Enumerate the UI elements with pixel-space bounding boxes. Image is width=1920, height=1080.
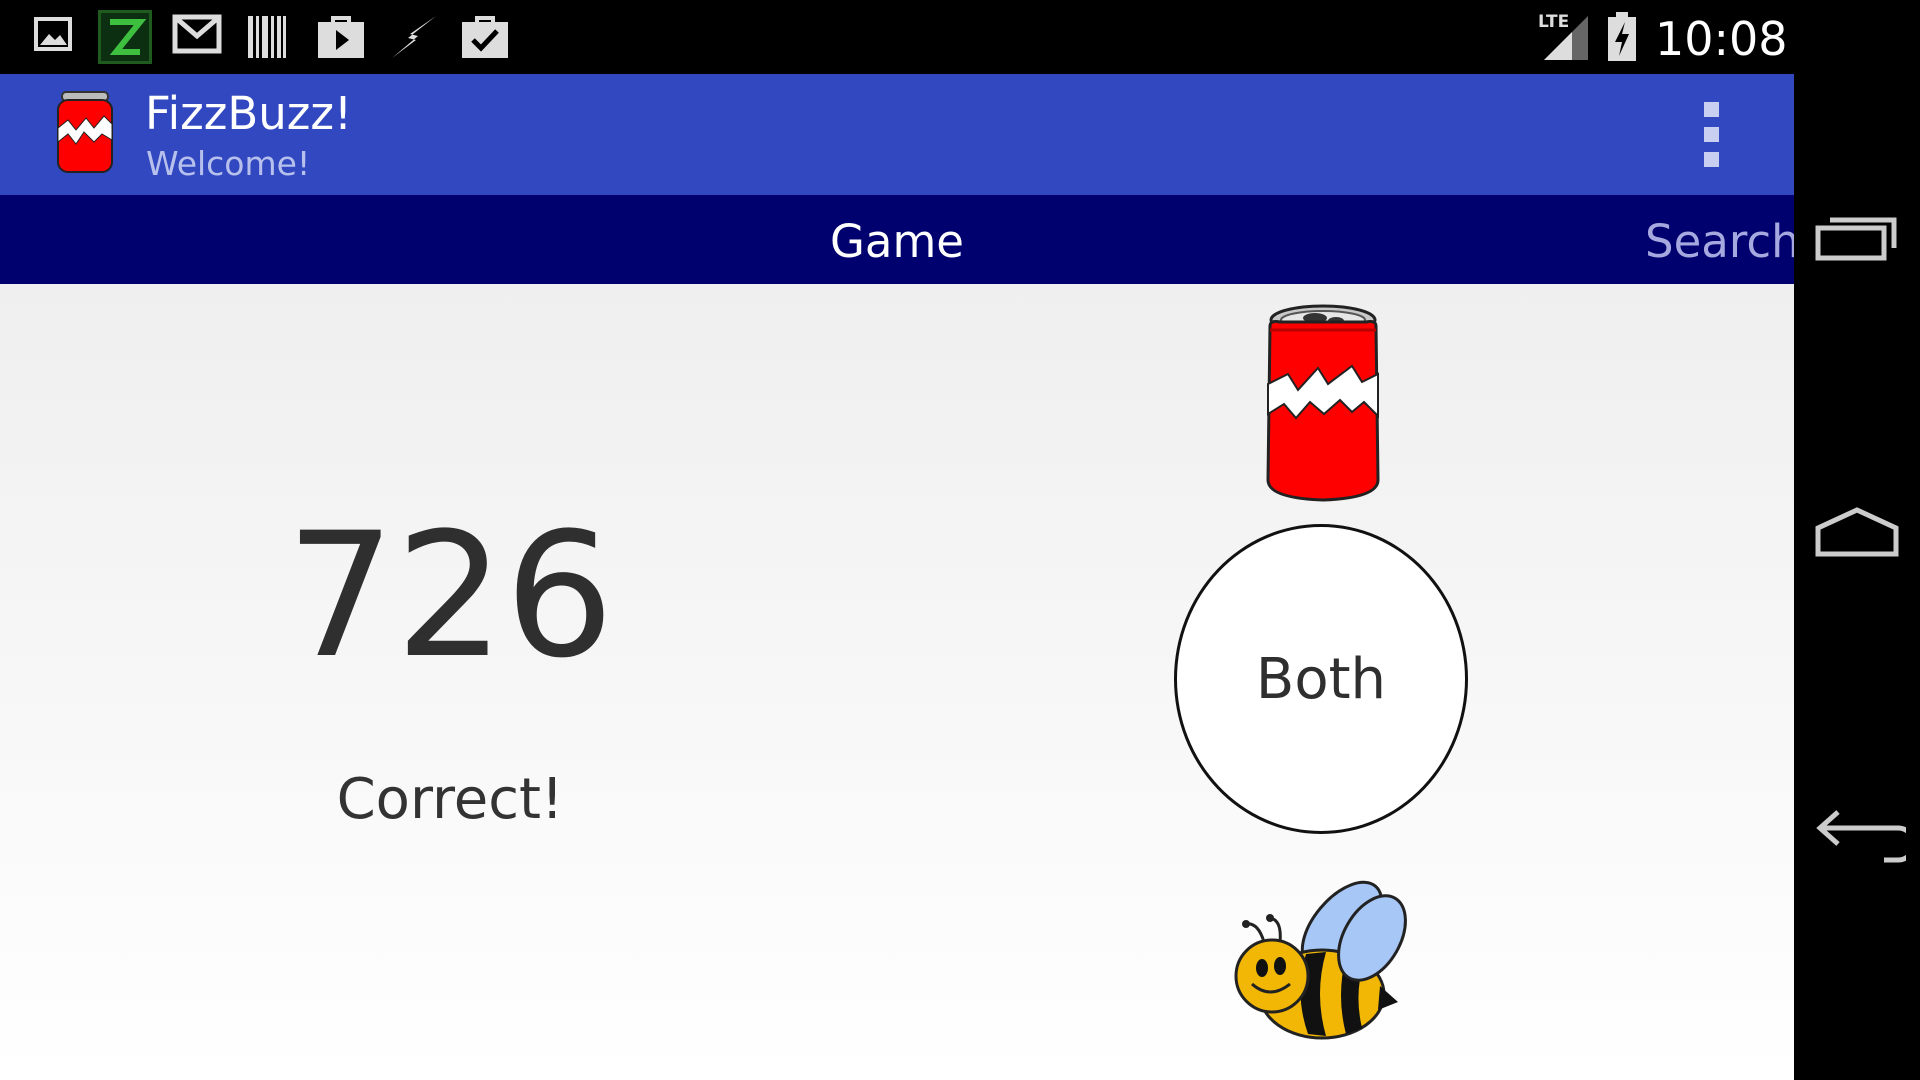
gallery-icon — [33, 14, 73, 60]
action-bar: FizzBuzz! Welcome! — [0, 74, 1794, 195]
bee-icon — [1234, 880, 1407, 1040]
nav-bar — [1794, 0, 1920, 1080]
home-icon[interactable] — [1814, 506, 1900, 563]
app-subtitle: Welcome! — [146, 144, 311, 183]
game-content: 726 Correct! Both — [0, 284, 1794, 1080]
recent-apps-icon[interactable] — [1814, 210, 1900, 267]
soda-can-icon — [1266, 304, 1380, 502]
fizz-button[interactable] — [1260, 304, 1386, 507]
tab-game[interactable]: Game — [0, 195, 1794, 284]
app-logo-can-icon[interactable] — [54, 90, 116, 183]
tab-bar: Game Search — [0, 195, 1794, 284]
app-title: FizzBuzz! — [145, 87, 353, 140]
both-button[interactable]: Both — [1174, 524, 1468, 834]
clock: 10:08 — [1655, 12, 1788, 66]
buzz-button[interactable] — [1222, 876, 1422, 1051]
current-number: 726 — [285, 495, 615, 696]
status-bar: LTE 10:08 — [0, 0, 1794, 74]
both-button-label: Both — [1255, 646, 1387, 712]
flash-icon — [390, 14, 438, 60]
lte-signal-icon: LTE — [1536, 12, 1592, 60]
back-icon[interactable] — [1814, 808, 1917, 873]
barcode-icon — [246, 14, 288, 60]
feedback-text: Correct! — [336, 767, 564, 832]
z-app-icon — [98, 10, 152, 64]
battery-charging-icon — [1607, 12, 1637, 61]
shopping-bag-check-icon — [460, 14, 510, 60]
gmail-icon — [172, 14, 222, 60]
overflow-menu-icon[interactable] — [1696, 102, 1726, 170]
tab-search[interactable]: Search — [1645, 195, 1794, 284]
network-type-label: LTE — [1538, 12, 1570, 32]
play-store-icon — [316, 14, 366, 60]
